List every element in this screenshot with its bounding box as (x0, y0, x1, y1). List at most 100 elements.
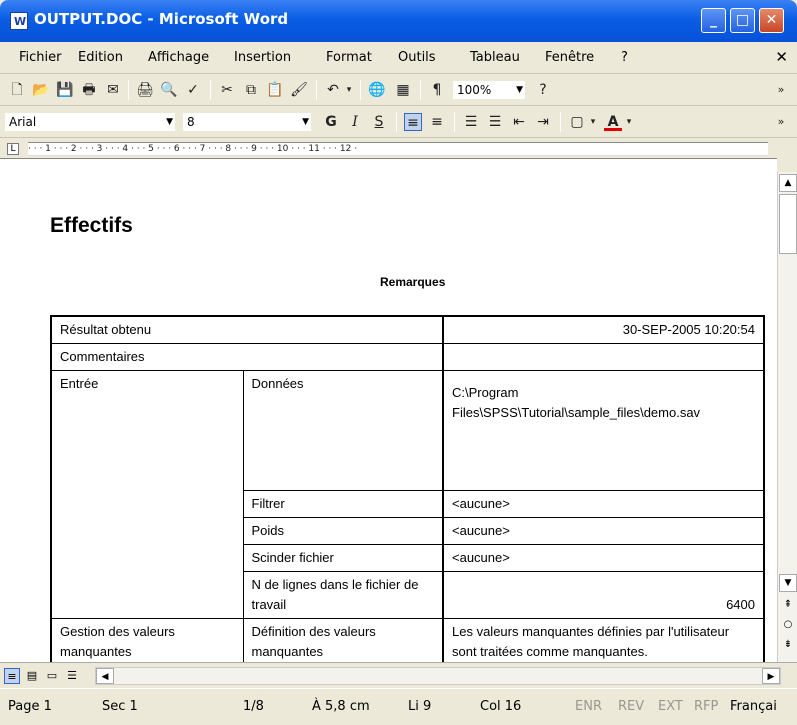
status-line: Li 9 (408, 699, 432, 714)
status-section: Sec 1 (102, 699, 138, 714)
menu-help[interactable]: ? (621, 50, 628, 65)
undo-dropdown-icon[interactable]: ▾ (344, 81, 354, 99)
title-bar[interactable]: W OUTPUT.DOC - Microsoft Word _ □ ✕ (0, 0, 797, 42)
horizontal-scrollbar[interactable]: ◀ ▶ (95, 667, 781, 685)
menu-outils[interactable]: Outils (398, 50, 436, 65)
copy-icon[interactable]: ⧉ (242, 81, 260, 99)
menu-fenetre[interactable]: Fenêtre (545, 50, 594, 65)
menu-edition[interactable]: Edition (78, 50, 123, 65)
status-ext[interactable]: EXT (658, 699, 683, 714)
font-combo[interactable]: Arial ▼ (4, 112, 176, 132)
chevron-down-icon: ▼ (166, 117, 173, 127)
document-heading: Effectifs (50, 214, 133, 237)
vertical-scrollbar[interactable]: ▲ ▼ ⇞ ○ ⇟ (777, 172, 797, 662)
hyperlink-icon[interactable]: 🌐 (368, 81, 386, 99)
font-color-icon[interactable]: A (604, 113, 622, 131)
menu-format[interactable]: Format (326, 50, 372, 65)
spelling-icon[interactable]: ✓ (184, 81, 202, 99)
increase-indent-icon[interactable]: ⇥ (534, 113, 552, 131)
status-column: Col 16 (480, 699, 522, 714)
table-cell: N de lignes dans le fichier de travail (242, 571, 444, 619)
close-button[interactable]: ✕ (759, 8, 784, 33)
borders-dropdown-icon[interactable]: ▾ (588, 113, 598, 131)
decrease-indent-icon[interactable]: ⇤ (510, 113, 528, 131)
status-rfp[interactable]: RFP (694, 699, 718, 714)
table-cell: 6400 (442, 571, 765, 619)
toolbar-separator (560, 112, 561, 132)
chevron-down-icon: ▼ (516, 85, 523, 95)
ruler-ticks: · · · 1 · · · 2 · · · 3 · · · 4 · · · 5 … (28, 144, 358, 154)
save-icon[interactable]: 💾 (56, 81, 74, 99)
remarques-title: Remarques (380, 275, 446, 289)
maximize-button[interactable]: □ (730, 8, 755, 33)
underline-icon[interactable]: S (370, 113, 388, 131)
font-value: Arial (9, 115, 37, 129)
web-layout-icon[interactable]: ▤ (24, 668, 40, 684)
tab-selector-icon[interactable]: L (7, 143, 19, 155)
menu-affichage[interactable]: Affichage (148, 50, 209, 65)
toolbar-separator (454, 112, 455, 132)
chevron-down-icon: ▼ (302, 117, 309, 127)
menu-fichier[interactable]: Fichier (19, 50, 62, 65)
status-position: À 5,8 cm (312, 699, 370, 714)
menu-tableau[interactable]: Tableau (470, 50, 520, 65)
print-icon[interactable]: 🖨 (136, 81, 154, 99)
cut-icon[interactable]: ✂ (218, 81, 236, 99)
open-folder-icon[interactable]: 📂 (32, 81, 50, 99)
format-painter-icon[interactable]: 🖌 (290, 81, 308, 99)
document-page[interactable]: Effectifs Remarques Résultat obtenu 30-S… (0, 158, 777, 662)
align-center-icon[interactable]: ≡ (428, 113, 446, 131)
browse-object-icon[interactable]: ○ (779, 616, 797, 634)
table-cell: Commentaires (50, 343, 444, 371)
minimize-button[interactable]: _ (701, 8, 726, 33)
font-size-combo[interactable]: 8 ▼ (182, 112, 312, 132)
bold-icon[interactable]: G (322, 113, 340, 131)
table-icon[interactable]: ▦ (394, 81, 412, 99)
show-formatting-icon[interactable]: ¶ (428, 81, 446, 99)
close-document-icon[interactable]: ✕ (775, 48, 788, 66)
font-size-value: 8 (187, 115, 195, 129)
table-row: Entrée Données C:\Program Files\SPSS\Tut… (50, 370, 765, 619)
word-app-icon-letter: W (14, 15, 27, 28)
toolbar-overflow-icon[interactable]: » (772, 113, 790, 131)
status-rev[interactable]: REV (618, 699, 644, 714)
new-document-icon[interactable]: 🗋 (8, 81, 26, 99)
table-cell: Filtrer (242, 490, 444, 518)
permission-icon[interactable]: 🖶 (80, 81, 98, 99)
bullets-icon[interactable]: ☰ (486, 113, 504, 131)
word-window: W OUTPUT.DOC - Microsoft Word _ □ ✕ Fich… (0, 0, 797, 725)
zoom-combo[interactable]: 100% ▼ (452, 80, 526, 100)
paste-icon[interactable]: 📋 (266, 81, 284, 99)
table-cell: <aucune> (442, 544, 765, 572)
table-cell: Entrée (50, 370, 244, 619)
previous-page-icon[interactable]: ⇞ (779, 596, 797, 614)
numbering-icon[interactable]: ☰ (462, 113, 480, 131)
scroll-down-icon[interactable]: ▼ (779, 574, 797, 592)
status-enr[interactable]: ENR (575, 699, 602, 714)
borders-icon[interactable]: ▢ (568, 113, 586, 131)
scroll-thumb[interactable] (779, 194, 797, 254)
help-icon[interactable]: ? (534, 81, 552, 99)
normal-view-icon[interactable]: ≡ (4, 668, 20, 684)
menu-insertion[interactable]: Insertion (234, 50, 291, 65)
standard-toolbar: 🗋 📂 💾 🖶 ✉ 🖨 🔍 ✓ ✂ ⧉ 📋 🖌 ↶ ▾ 🌐 ▦ ¶ 100% ▼… (0, 74, 797, 106)
scroll-left-icon[interactable]: ◀ (96, 668, 114, 684)
toolbar-separator (316, 80, 317, 100)
formatting-toolbar: Arial ▼ 8 ▼ G I S ≡ ≡ ☰ ☰ ⇤ ⇥ ▢ ▾ A ▾ » (0, 106, 797, 138)
print-layout-icon[interactable]: ▭ (44, 668, 60, 684)
undo-icon[interactable]: ↶ (324, 81, 342, 99)
print-preview-icon[interactable]: 🔍 (160, 81, 178, 99)
table-cell: Définition des valeurs manquantes (242, 618, 444, 662)
italic-icon[interactable]: I (346, 113, 364, 131)
outline-view-icon[interactable]: ☰ (64, 668, 80, 684)
font-color-dropdown-icon[interactable]: ▾ (624, 113, 634, 131)
align-left-icon[interactable]: ≡ (404, 113, 422, 131)
scroll-up-icon[interactable]: ▲ (779, 174, 797, 192)
word-app-icon[interactable]: W (10, 12, 28, 30)
toolbar-overflow-icon[interactable]: » (772, 81, 790, 99)
next-page-icon[interactable]: ⇟ (779, 636, 797, 654)
table-cell: Gestion des valeurs manquantes (50, 618, 244, 662)
scroll-right-icon[interactable]: ▶ (762, 668, 780, 684)
email-icon[interactable]: ✉ (104, 81, 122, 99)
table-cell: C:\Program Files\SPSS\Tutorial\sample_fi… (442, 370, 765, 491)
